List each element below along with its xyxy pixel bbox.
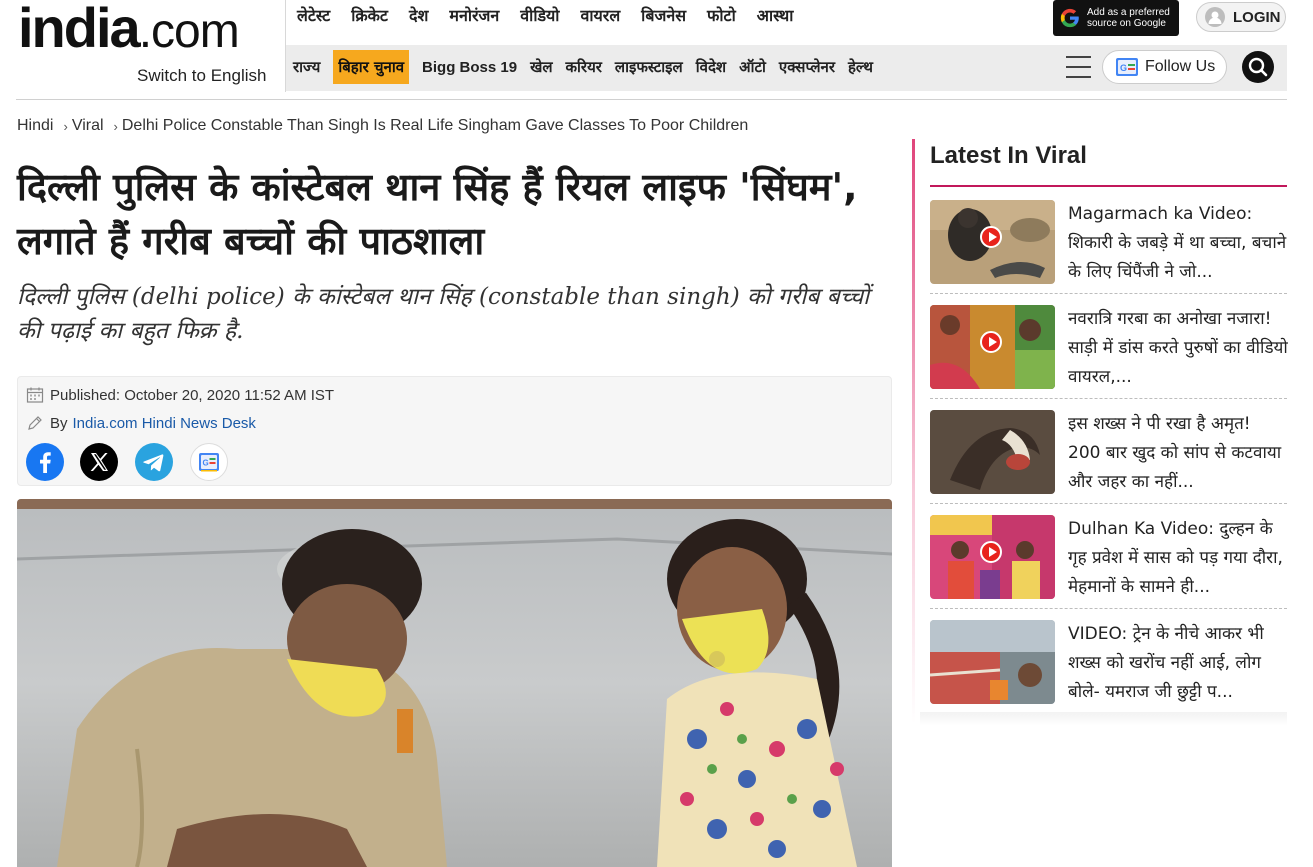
search-button[interactable] xyxy=(1242,51,1274,83)
logo-suffix: .com xyxy=(138,5,240,58)
google-news-icon: G xyxy=(1116,58,1138,76)
nav-item[interactable]: विदेश xyxy=(696,57,726,77)
logo-block: india.com Switch to English xyxy=(16,0,286,92)
story-title: इस शख्स ने पी रखा है अमृत! 200 बार खुद क… xyxy=(1068,414,1282,492)
breadcrumb-current: Delhi Police Constable Than Singh Is Rea… xyxy=(121,117,749,134)
login-label: LOGIN xyxy=(1233,8,1281,26)
sidebar-story[interactable]: Dulhan Ka Video: दुल्हन के गृह प्रवेश मे… xyxy=(930,511,1287,616)
calendar-icon xyxy=(26,387,44,403)
top-nav-item[interactable]: आस्था xyxy=(757,4,794,30)
published-row: Published: October 20, 2020 11:52 AM IST xyxy=(26,386,334,404)
story-title: Magarmach ka Video: शिकारी के जबड़े में … xyxy=(1068,204,1287,282)
story-divider xyxy=(930,608,1287,609)
switch-language-link[interactable]: Switch to English xyxy=(137,66,266,86)
story-divider xyxy=(930,398,1287,399)
chevron-right-icon: › xyxy=(63,118,68,134)
play-icon xyxy=(980,541,1002,563)
story-title: नवरात्रि गरबा का अनोखा नजारा! साड़ी में … xyxy=(1068,309,1288,387)
search-icon xyxy=(1248,57,1268,77)
sidebar-story[interactable]: नवरात्रि गरबा का अनोखा नजारा! साड़ी में … xyxy=(930,301,1288,406)
follow-us-label: Follow Us xyxy=(1145,58,1216,75)
top-nav-item[interactable]: क्रिकेट xyxy=(351,4,388,30)
chevron-right-icon: › xyxy=(113,118,118,134)
user-icon xyxy=(1205,7,1225,27)
sidebar-bottom-shadow xyxy=(920,712,1287,726)
google-news-icon: G xyxy=(199,453,219,472)
site-logo[interactable]: india.com xyxy=(18,0,240,60)
top-nav-item[interactable]: लेटेस्ट xyxy=(297,4,330,30)
nav-item[interactable]: राज्य xyxy=(293,57,320,77)
nav-item[interactable]: खेल xyxy=(530,57,552,77)
article-headline: दिल्ली पुलिस के कांस्टेबल थान सिंह हैं र… xyxy=(17,165,858,263)
svg-text:G: G xyxy=(203,459,209,468)
top-nav-item[interactable]: फोटो xyxy=(707,4,736,30)
top-nav-item[interactable]: वीडियो xyxy=(520,4,559,30)
top-nav-item[interactable]: देश xyxy=(409,4,428,30)
hero-photo xyxy=(17,499,892,867)
telegram-icon xyxy=(143,454,164,472)
nav-item[interactable]: एक्सप्लेनर xyxy=(779,57,835,77)
article-hero-image xyxy=(17,499,892,867)
story-divider xyxy=(930,503,1287,504)
sidebar-accent-bar xyxy=(912,139,915,724)
nav-item[interactable]: Bigg Boss 19 xyxy=(422,59,517,76)
svg-text:G: G xyxy=(1120,63,1127,73)
x-icon xyxy=(90,453,108,471)
menu-icon[interactable] xyxy=(1066,56,1091,78)
sidebar-story[interactable]: VIDEO: ट्रेन के नीचे आकर भी शख्स को खरों… xyxy=(930,616,1287,721)
google-pref-line1: Add as a preferred xyxy=(1087,7,1170,18)
top-nav-item[interactable]: वायरल xyxy=(580,4,620,30)
breadcrumb-item[interactable]: Hindi xyxy=(17,117,53,135)
google-preferred-source-button[interactable]: Add as a preferred source on Google xyxy=(1053,0,1179,36)
pencil-icon xyxy=(28,416,42,430)
story-title: Dulhan Ka Video: दुल्हन के गृह प्रवेश मे… xyxy=(1068,519,1283,597)
nav-item-highlighted[interactable]: बिहार चुनाव xyxy=(333,50,410,84)
top-nav-item[interactable]: बिजनेस xyxy=(641,4,686,30)
nav-item[interactable]: ऑटो xyxy=(739,57,766,77)
nav-item[interactable]: लाइफस्टाइल xyxy=(615,57,683,77)
story-thumbnail xyxy=(930,410,1055,494)
sidebar-story[interactable]: इस शख्स ने पी रखा है अमृत! 200 बार खुद क… xyxy=(930,406,1287,511)
google-pref-text: Add as a preferred source on Google xyxy=(1087,7,1170,29)
sidebar-title: Latest In Viral xyxy=(930,142,1087,169)
facebook-share-button[interactable] xyxy=(26,443,64,481)
site-header: india.com Switch to English लेटेस्ट क्रि… xyxy=(0,0,1313,100)
top-nav: लेटेस्ट क्रिकेट देश मनोरंजन वीडियो वायरल… xyxy=(297,4,814,30)
google-news-share-button[interactable]: G xyxy=(190,443,228,481)
article-subheadline: दिल्ली पुलिस (delhi police) के कांस्टेबल… xyxy=(17,284,870,344)
sidebar-story[interactable]: Magarmach ka Video: शिकारी के जबड़े में … xyxy=(930,196,1287,301)
google-pref-line2: source on Google xyxy=(1087,18,1166,29)
byline-row: By India.com Hindi News Desk xyxy=(26,414,256,432)
breadcrumb: Hindi › Viral › Delhi Police Constable T… xyxy=(17,117,748,135)
telegram-share-button[interactable] xyxy=(135,443,173,481)
story-divider xyxy=(930,293,1287,294)
top-nav-item[interactable]: मनोरंजन xyxy=(449,4,499,30)
play-icon xyxy=(980,331,1002,353)
logo-text: india xyxy=(18,0,141,59)
breadcrumb-item[interactable]: Viral xyxy=(72,117,104,135)
login-button[interactable]: LOGIN xyxy=(1196,2,1286,32)
header-bottom-rule xyxy=(16,99,1287,100)
play-icon xyxy=(980,226,1002,248)
published-date: Published: October 20, 2020 11:52 AM IST xyxy=(50,386,335,404)
nav-item[interactable]: हेल्थ xyxy=(848,57,873,77)
article-meta: Published: October 20, 2020 11:52 AM IST… xyxy=(17,376,892,486)
story-thumbnail xyxy=(930,620,1055,704)
sidebar-title-rule xyxy=(930,185,1287,187)
byline-label: By xyxy=(50,414,68,432)
nav-item[interactable]: करियर xyxy=(566,57,602,77)
x-share-button[interactable] xyxy=(80,443,118,481)
follow-us-button[interactable]: G Follow Us xyxy=(1102,50,1227,84)
google-g-icon xyxy=(1060,8,1079,28)
story-title: VIDEO: ट्रेन के नीचे आकर भी शख्स को खरों… xyxy=(1068,624,1264,702)
facebook-icon xyxy=(40,452,51,473)
author-link[interactable]: India.com Hindi News Desk xyxy=(73,415,256,432)
